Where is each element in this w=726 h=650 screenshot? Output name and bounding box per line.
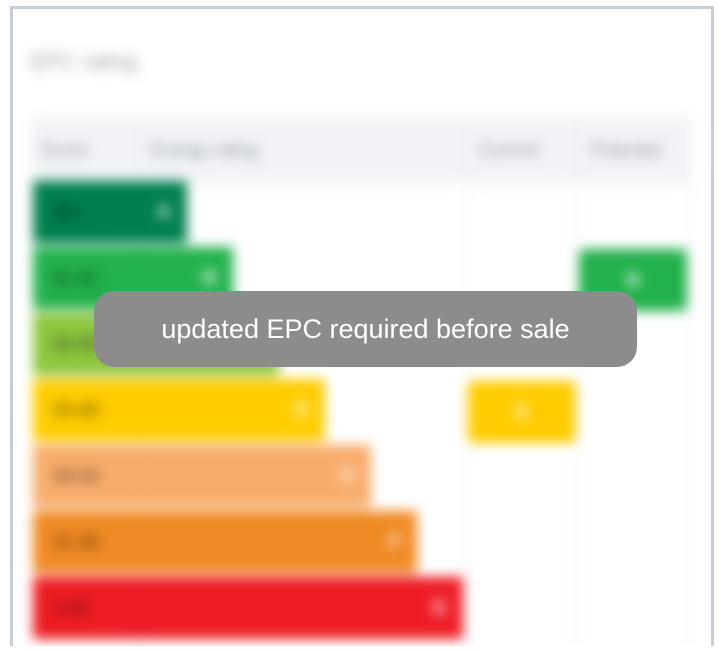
column-header-current: Current — [479, 139, 540, 160]
rating-band-d: 55-68 D — [33, 379, 325, 441]
band-letter: E — [341, 464, 355, 487]
column-header-score: Score — [41, 139, 89, 160]
column-divider — [575, 117, 577, 646]
band-score: 92+ — [53, 201, 84, 222]
band-letter: F — [388, 530, 401, 553]
toast-message: updated EPC required before sale — [94, 291, 637, 367]
band-score: 1-20 — [53, 597, 90, 618]
band-score: 55-68 — [53, 399, 100, 420]
band-score: 21-38 — [53, 531, 100, 552]
band-letter: B — [202, 266, 217, 289]
column-divider — [689, 117, 691, 646]
column-header-energy-rating: Energy rating — [151, 139, 259, 160]
current-rating-badge: D — [468, 381, 576, 443]
toast-text: updated EPC required before sale — [161, 313, 570, 344]
rating-band-a: 92+ A — [33, 181, 187, 243]
band-score: 39-54 — [53, 465, 100, 486]
potential-rating-label: B — [626, 269, 640, 290]
table-header: Score Energy rating Current Potential — [31, 117, 691, 183]
band-score: 81-91 — [53, 267, 100, 288]
current-rating-label: D — [515, 401, 529, 422]
column-header-potential: Potential — [591, 139, 662, 160]
rating-band-g: 1-20 G — [33, 577, 463, 639]
band-letter: G — [431, 596, 447, 619]
band-letter: A — [156, 200, 171, 223]
column-divider — [465, 117, 467, 646]
rating-band-e: 39-54 E — [33, 445, 371, 507]
band-letter: D — [294, 398, 309, 421]
rating-band-f: 21-38 F — [33, 511, 417, 573]
card-title: EPC rating — [31, 49, 138, 74]
